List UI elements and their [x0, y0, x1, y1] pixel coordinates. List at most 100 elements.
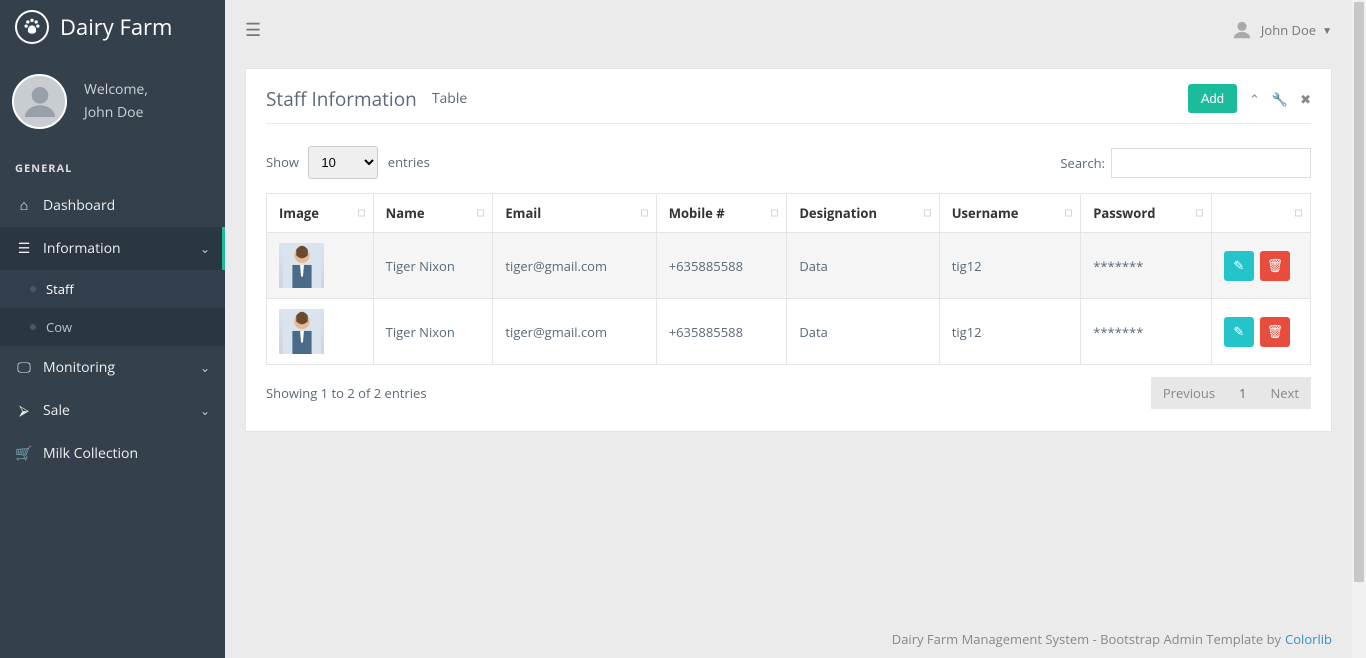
- entries-select[interactable]: 10: [308, 146, 378, 179]
- footer-text: Dairy Farm Management System - Bootstrap…: [892, 630, 1281, 648]
- cell-username: tig12: [939, 299, 1081, 365]
- edit-button[interactable]: ✎: [1224, 251, 1254, 281]
- footer: Dairy Farm Management System - Bootstrap…: [225, 620, 1352, 658]
- brand-title: Dairy Farm: [60, 12, 172, 42]
- sort-icon: [1065, 210, 1072, 217]
- sidebar-item-sale[interactable]: ⮚ Sale ⌄: [0, 389, 225, 432]
- table-info: Showing 1 to 2 of 2 entries: [266, 384, 427, 402]
- user-name: John Doe: [84, 102, 148, 124]
- sort-icon: [1295, 210, 1302, 217]
- cell-mobile: +635885588: [656, 233, 787, 299]
- user-block: Welcome, John Doe: [0, 54, 225, 149]
- cell-mobile: +635885588: [656, 299, 787, 365]
- cell-email: tiger@gmail.com: [493, 299, 656, 365]
- table-footer: Showing 1 to 2 of 2 entries Previous 1 N…: [266, 377, 1311, 409]
- sort-icon: [771, 210, 778, 217]
- information-subnav: Staff Cow: [0, 270, 225, 346]
- brand[interactable]: Dairy Farm: [0, 0, 225, 54]
- search-input[interactable]: [1111, 148, 1311, 178]
- col-mobile[interactable]: Mobile #: [656, 194, 787, 233]
- list-icon: ☰: [15, 239, 33, 258]
- pager-next[interactable]: Next: [1258, 377, 1311, 409]
- chevron-down-icon: ⌄: [200, 240, 210, 257]
- cell-name: Tiger Nixon: [373, 299, 493, 365]
- sort-icon: [477, 210, 484, 217]
- sidebar-item-dashboard[interactable]: ⌂ Dashboard: [0, 184, 225, 227]
- pager: Previous 1 Next: [1151, 377, 1311, 409]
- avatar-icon: [1231, 19, 1253, 41]
- cell-designation: Data: [787, 299, 939, 365]
- search-label: Search:: [1060, 154, 1105, 172]
- home-icon: ⌂: [15, 196, 33, 215]
- col-username[interactable]: Username: [939, 194, 1081, 233]
- pager-page-1[interactable]: 1: [1227, 377, 1258, 409]
- scrollbar[interactable]: [1352, 0, 1366, 658]
- cell-designation: Data: [787, 233, 939, 299]
- sidebar-subitem-staff[interactable]: Staff: [0, 270, 225, 308]
- chevron-down-icon: ⌄: [200, 402, 210, 419]
- sidebar-subitem-cow[interactable]: Cow: [0, 308, 225, 346]
- show-label: Show: [266, 153, 299, 171]
- topbar-username: John Doe: [1261, 21, 1316, 39]
- sidebar-item-label: Dashboard: [43, 196, 115, 215]
- welcome-label: Welcome,: [84, 79, 148, 101]
- sidebar-item-monitoring[interactable]: 🖵 Monitoring ⌄: [0, 346, 225, 389]
- row-avatar: [279, 243, 324, 288]
- table-controls: Show 10 entries Search:: [266, 146, 1311, 179]
- table-row: Tiger Nixontiger@gmail.com+635885588Data…: [267, 299, 1311, 365]
- sidebar-item-milk-collection[interactable]: 🛒 Milk Collection: [0, 432, 225, 475]
- money-icon: ⮚: [15, 401, 33, 420]
- footer-link[interactable]: Colorlib: [1285, 630, 1332, 648]
- topbar-user-menu[interactable]: John Doe ▼: [1231, 19, 1332, 41]
- caret-down-icon: ▼: [1322, 23, 1332, 37]
- sort-icon: [641, 210, 648, 217]
- chevron-up-icon[interactable]: ⌃: [1249, 90, 1260, 108]
- trash-icon: 🗑: [1267, 258, 1284, 274]
- staff-table: Image Name Email Mobile # Designation Us…: [266, 193, 1311, 365]
- menu-toggle-icon[interactable]: ☰: [245, 18, 261, 42]
- trash-icon: 🗑: [1267, 324, 1284, 340]
- sidebar-item-label: Monitoring: [43, 358, 115, 377]
- col-image[interactable]: Image: [267, 194, 374, 233]
- col-email[interactable]: Email: [493, 194, 656, 233]
- panel-title: Staff Information: [266, 86, 417, 112]
- col-password[interactable]: Password: [1081, 194, 1212, 233]
- main-content: Staff Information Table Add ⌃ 🔧 ✖ Show 1…: [225, 60, 1352, 618]
- cell-name: Tiger Nixon: [373, 233, 493, 299]
- entries-selector: Show 10 entries: [266, 146, 430, 179]
- cell-password: *******: [1081, 233, 1212, 299]
- panel-header: Staff Information Table Add ⌃ 🔧 ✖: [266, 84, 1311, 124]
- sidebar: Dairy Farm Welcome, John Doe GENERAL ⌂ D…: [0, 0, 225, 658]
- cart-icon: 🛒: [15, 444, 33, 463]
- chevron-down-icon: ⌄: [200, 359, 210, 376]
- pencil-icon: ✎: [1233, 324, 1244, 340]
- cell-username: tig12: [939, 233, 1081, 299]
- table-row: Tiger Nixontiger@gmail.com+635885588Data…: [267, 233, 1311, 299]
- sidebar-section-label: GENERAL: [0, 149, 225, 184]
- entries-label: entries: [388, 153, 430, 171]
- sidebar-item-label: Information: [43, 239, 121, 258]
- sidebar-item-label: Sale: [43, 401, 70, 420]
- sort-icon: [358, 210, 365, 217]
- edit-button[interactable]: ✎: [1224, 317, 1254, 347]
- sidebar-item-label: Milk Collection: [43, 444, 138, 463]
- sort-icon: [924, 210, 931, 217]
- monitor-icon: 🖵: [15, 358, 33, 377]
- cell-email: tiger@gmail.com: [493, 233, 656, 299]
- add-button[interactable]: Add: [1188, 84, 1237, 113]
- brand-logo-icon: [15, 10, 49, 44]
- pager-prev[interactable]: Previous: [1151, 377, 1227, 409]
- delete-button[interactable]: 🗑: [1260, 251, 1290, 281]
- staff-panel: Staff Information Table Add ⌃ 🔧 ✖ Show 1…: [245, 68, 1332, 432]
- row-avatar: [279, 309, 324, 354]
- panel-subtitle: Table: [432, 89, 467, 108]
- cell-password: *******: [1081, 299, 1212, 365]
- delete-button[interactable]: 🗑: [1260, 317, 1290, 347]
- sidebar-subitem-label: Cow: [46, 318, 72, 336]
- col-actions: [1211, 194, 1310, 233]
- sidebar-item-information[interactable]: ☰ Information ⌄: [0, 227, 225, 270]
- col-designation[interactable]: Designation: [787, 194, 939, 233]
- close-icon[interactable]: ✖: [1300, 90, 1311, 108]
- wrench-icon[interactable]: 🔧: [1272, 90, 1288, 108]
- col-name[interactable]: Name: [373, 194, 493, 233]
